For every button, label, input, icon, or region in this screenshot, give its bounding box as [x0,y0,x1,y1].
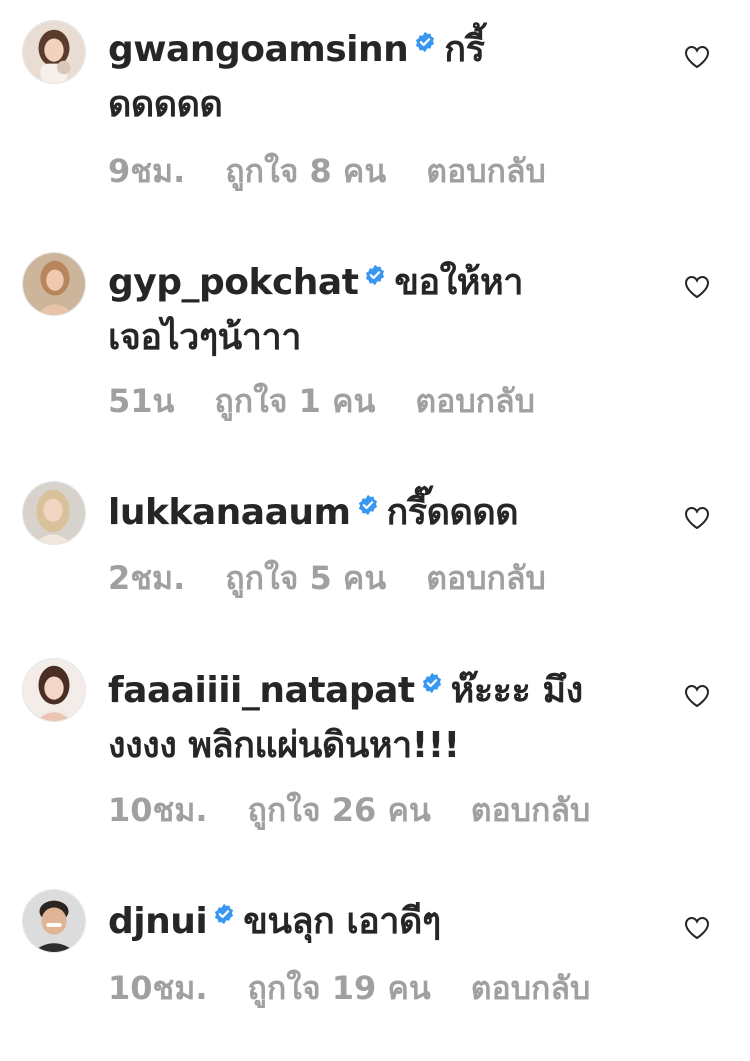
comment-text: ห๊ะะะ มึง [450,670,584,711]
comment-text: กรี้ [444,29,485,70]
avatar[interactable] [22,20,86,84]
comment-body: lukkanaaum กรี๊ดดดด [108,485,648,540]
comment-text: ขนลุก เอาดีๆ [243,901,441,942]
comment-time: 10ชม. [108,791,208,829]
heart-outline-icon[interactable] [684,916,710,940]
username[interactable]: faaaiiii_natapat [108,670,415,711]
reply-button[interactable]: ตอบกลับ [426,558,546,598]
avatar[interactable] [22,889,86,953]
username[interactable]: lukkanaaum [108,492,351,533]
comment-body: faaaiiii_natapat ห๊ะะะ มึงงงงง พลิกแผ่นดิ… [108,663,648,773]
comment-text: งงงง พลิกแผ่นดินหา!!! [108,725,460,766]
verified-badge-icon [357,494,379,516]
reply-button[interactable]: ตอบกลับ [415,381,535,421]
comment-time: 9ชม. [108,152,186,190]
avatar-photo [23,659,85,721]
comment-time: 10ชม. [108,969,208,1007]
avatar-photo [23,21,85,83]
heart-outline-icon[interactable] [684,684,710,708]
avatar[interactable] [22,481,86,545]
reply-button[interactable]: ตอบกลับ [471,968,591,1008]
heart-outline-icon[interactable] [684,506,710,530]
verified-badge-icon [414,31,436,53]
comment-meta: 10ชม. ถูกใจ 19 คน ตอบกลับ [108,968,590,1008]
comment-body: djnui ขนลุก เอาดีๆ [108,894,648,949]
comment-time: 2ชม. [108,559,186,597]
reply-button[interactable]: ตอบกลับ [471,790,591,830]
likes-count[interactable]: ถูกใจ 26 คน [248,790,431,830]
username[interactable]: djnui [108,901,208,942]
comment-meta: 10ชม. ถูกใจ 26 คน ตอบกลับ [108,790,590,830]
comment-body: gyp_pokchat ขอให้หาเจอไวๆน้าาา [108,255,648,365]
comment-text: กรี๊ดดดด [386,492,519,533]
avatar-photo [23,482,85,544]
comment-text: ขอให้หา [394,262,523,303]
username[interactable]: gwangoamsinn [108,29,409,70]
likes-count[interactable]: ถูกใจ 8 คน [225,151,386,191]
heart-outline-icon[interactable] [684,275,710,299]
likes-count[interactable]: ถูกใจ 19 คน [248,968,431,1008]
comment-time: 51น [108,382,175,420]
comment-meta: 51น ถูกใจ 1 คน ตอบกลับ [108,381,535,421]
reply-button[interactable]: ตอบกลับ [426,151,546,191]
avatar[interactable] [22,658,86,722]
verified-badge-icon [364,264,386,286]
heart-outline-icon[interactable] [684,45,710,69]
avatar-photo [23,253,85,315]
avatar-photo [23,890,85,952]
username[interactable]: gyp_pokchat [108,262,359,303]
comment-meta: 9ชม. ถูกใจ 8 คน ตอบกลับ [108,151,546,191]
comment-text: ดดดดด [108,84,223,125]
likes-count[interactable]: ถูกใจ 1 คน [214,381,375,421]
comment-text: เจอไวๆน้าาา [108,317,301,358]
comment-body: gwangoamsinn กรี้ดดดดด [108,22,648,132]
verified-badge-icon [421,672,443,694]
likes-count[interactable]: ถูกใจ 5 คน [225,558,386,598]
comment-list: gwangoamsinn กรี้ ดดดดด 9ชม. ถูกใจ 8 คน ตอบก… [0,0,750,1061]
comment-meta: 2ชม. ถูกใจ 5 คน ตอบกลับ [108,558,546,598]
verified-badge-icon [213,903,235,925]
avatar[interactable] [22,252,86,316]
